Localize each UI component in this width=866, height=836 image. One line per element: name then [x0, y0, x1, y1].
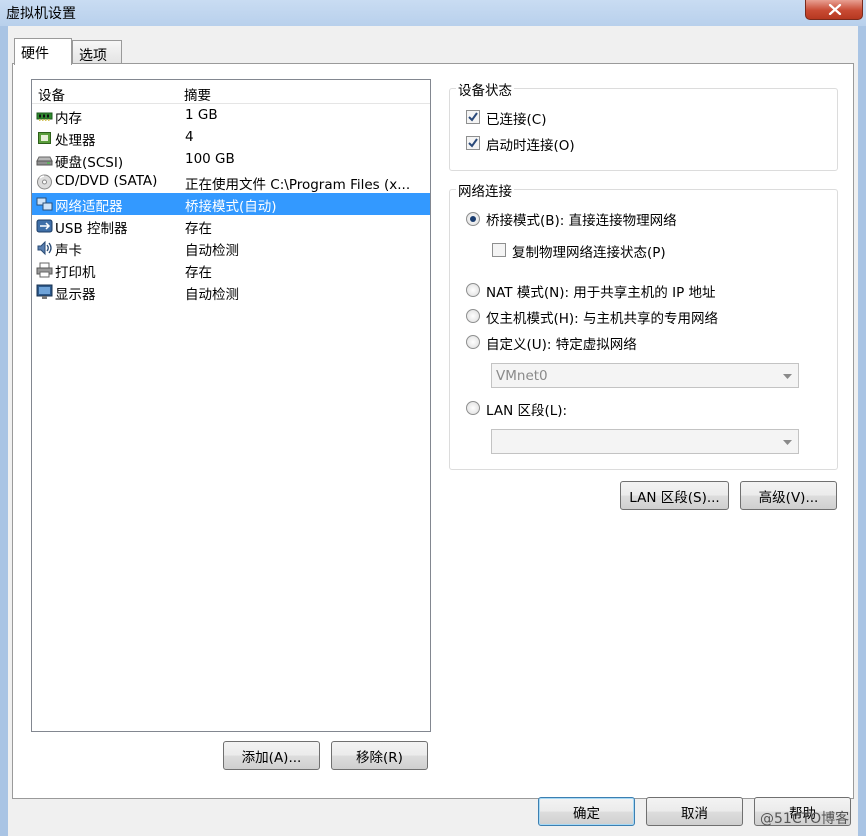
- device-status-title: 设备状态: [456, 79, 514, 99]
- device-row-printer[interactable]: 打印机 存在: [32, 259, 430, 281]
- device-name: 内存: [55, 111, 82, 127]
- device-summary: 100 GB: [185, 151, 235, 167]
- connect-at-power-on-label[interactable]: 启动时连接(O): [486, 134, 575, 154]
- processor-icon: [36, 130, 53, 146]
- connected-label[interactable]: 已连接(C): [486, 108, 546, 128]
- vmnet-select[interactable]: VMnet0: [491, 363, 799, 388]
- hard-disk-icon: [36, 152, 53, 168]
- hardware-panel: 设备 摘要 内存 1 GB 处理器 4 硬盘(SCSI) 100 GB CD/D…: [12, 63, 854, 799]
- device-summary: 桥接模式(自动): [185, 199, 277, 215]
- device-summary: 正在使用文件 C:\Program Files (x...: [185, 177, 411, 193]
- tab-hardware-label: 硬件: [21, 46, 49, 62]
- vmnet-select-value: VMnet0: [496, 368, 548, 384]
- device-summary: 自动检测: [185, 243, 239, 259]
- network-adapter-icon: [36, 196, 53, 212]
- window-title: 虚拟机设置: [6, 6, 76, 22]
- device-summary: 存在: [185, 265, 212, 281]
- nat-radio[interactable]: [466, 283, 480, 297]
- printer-icon: [36, 262, 53, 278]
- column-header-device[interactable]: 设备: [38, 84, 65, 104]
- bridged-radio[interactable]: [466, 212, 480, 226]
- device-summary: 4: [185, 129, 194, 145]
- connected-checkbox[interactable]: [466, 110, 480, 124]
- title-bar: 虚拟机设置: [0, 0, 866, 26]
- device-row-display[interactable]: 显示器 自动检测: [32, 281, 430, 303]
- network-connection-title: 网络连接: [456, 180, 514, 200]
- ok-button[interactable]: 确定: [538, 797, 635, 826]
- device-status-group: 设备状态 已连接(C) 启动时连接(O): [449, 79, 838, 171]
- network-connection-group: 网络连接 桥接模式(B): 直接连接物理网络 复制物理网络连接状态(P) NAT…: [449, 180, 838, 470]
- host-only-label[interactable]: 仅主机模式(H): 与主机共享的专用网络: [486, 307, 718, 327]
- tab-options-label: 选项: [79, 48, 107, 64]
- device-row-hard-disk[interactable]: 硬盘(SCSI) 100 GB: [32, 149, 430, 171]
- connect-at-power-on-checkbox[interactable]: [466, 136, 480, 150]
- remove-button[interactable]: 移除(R): [331, 741, 428, 770]
- device-name: 网络适配器: [55, 199, 123, 215]
- device-name: 声卡: [55, 243, 82, 259]
- lan-segment-select[interactable]: [491, 429, 799, 454]
- device-row-cd-dvd[interactable]: CD/DVD (SATA) 正在使用文件 C:\Program Files (x…: [32, 171, 430, 193]
- nat-label[interactable]: NAT 模式(N): 用于共享主机的 IP 地址: [486, 281, 716, 301]
- device-row-sound-card[interactable]: 声卡 自动检测: [32, 237, 430, 259]
- bridged-label[interactable]: 桥接模式(B): 直接连接物理网络: [486, 209, 677, 229]
- custom-label[interactable]: 自定义(U): 特定虚拟网络: [486, 333, 637, 353]
- device-list[interactable]: 设备 摘要 内存 1 GB 处理器 4 硬盘(SCSI) 100 GB CD/D…: [31, 79, 431, 732]
- device-name: 处理器: [55, 133, 96, 149]
- device-row-processor[interactable]: 处理器 4: [32, 127, 430, 149]
- display-icon: [36, 284, 53, 300]
- lan-segment-label[interactable]: LAN 区段(L):: [486, 399, 567, 419]
- replicate-state-label[interactable]: 复制物理网络连接状态(P): [512, 241, 666, 261]
- cancel-button[interactable]: 取消: [646, 797, 743, 826]
- column-header-summary[interactable]: 摘要: [184, 84, 211, 104]
- device-name: 打印机: [55, 265, 96, 281]
- device-summary: 1 GB: [185, 107, 218, 123]
- custom-radio[interactable]: [466, 335, 480, 349]
- lan-segment-radio[interactable]: [466, 401, 480, 415]
- add-button[interactable]: 添加(A)...: [223, 741, 320, 770]
- device-name: CD/DVD (SATA): [55, 173, 158, 189]
- list-header: 设备 摘要: [32, 80, 430, 104]
- device-name: 显示器: [55, 287, 96, 303]
- device-row-network-adapter[interactable]: 网络适配器 桥接模式(自动): [32, 193, 430, 215]
- advanced-button[interactable]: 高级(V)...: [740, 481, 837, 510]
- cd-dvd-icon: [36, 174, 53, 190]
- tab-hardware[interactable]: 硬件: [14, 38, 72, 65]
- sound-card-icon: [36, 240, 53, 256]
- watermark: @51CTO博客: [760, 811, 850, 827]
- device-summary: 存在: [185, 221, 212, 237]
- device-summary: 自动检测: [185, 287, 239, 303]
- replicate-state-checkbox[interactable]: [492, 243, 506, 257]
- device-row-usb-controller[interactable]: USB 控制器 存在: [32, 215, 430, 237]
- host-only-radio[interactable]: [466, 309, 480, 323]
- tab-options[interactable]: 选项: [72, 40, 122, 64]
- usb-icon: [36, 218, 53, 234]
- device-name: USB 控制器: [55, 221, 128, 237]
- lan-segments-button[interactable]: LAN 区段(S)...: [620, 481, 729, 510]
- memory-icon: [36, 108, 53, 124]
- dialog-client-area: 硬件 选项 设备 摘要 内存 1 GB 处理器 4 硬盘(SCSI) 100 G…: [8, 26, 858, 836]
- device-row-memory[interactable]: 内存 1 GB: [32, 105, 430, 127]
- close-button[interactable]: [805, 0, 863, 20]
- device-name: 硬盘(SCSI): [55, 155, 124, 171]
